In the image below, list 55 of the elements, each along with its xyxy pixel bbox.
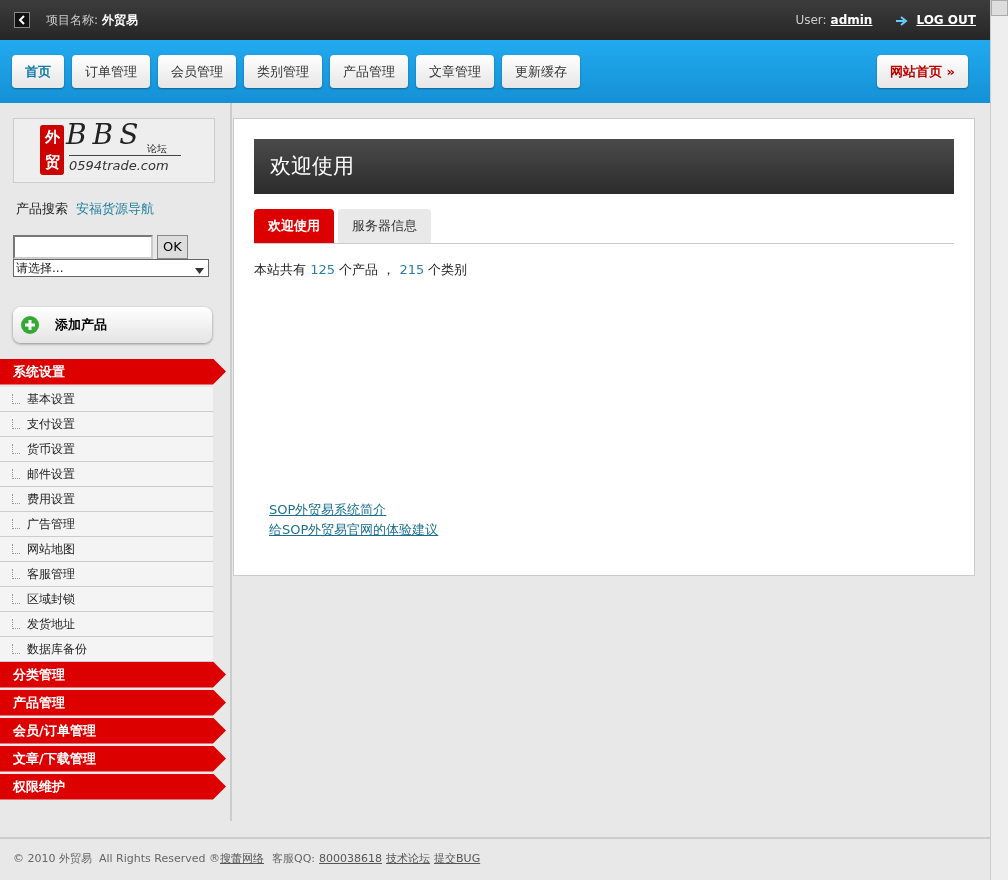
add-product-button[interactable]: 添加产品 — [13, 306, 212, 343]
qq-label: 客服QQ: — [272, 851, 316, 867]
logo-tag: 论坛 — [147, 141, 167, 156]
menu-item[interactable]: 邮件设置 — [0, 461, 213, 487]
user-link[interactable]: admin — [830, 11, 873, 29]
menu-section[interactable]: 系统设置 — [0, 358, 226, 385]
logo-title: BBS — [66, 121, 145, 149]
menu-item[interactable]: 广告管理 — [0, 511, 213, 537]
category-select[interactable]: 请选择... — [13, 258, 209, 277]
menu-item[interactable]: 客服管理 — [0, 561, 213, 587]
search-label: 产品搜索 — [16, 200, 68, 218]
nav-link[interactable]: 安福货源导航 — [76, 199, 154, 219]
menu-section[interactable]: 产品管理 — [0, 689, 226, 716]
forum-link[interactable]: 技术论坛 — [386, 851, 431, 868]
article-link[interactable]: SOP外贸易系统简介 — [269, 500, 387, 520]
nav-tab[interactable]: 订单管理 — [72, 54, 150, 89]
panel-title: 欢迎使用 — [254, 139, 954, 194]
ok-button[interactable]: OK — [157, 234, 188, 259]
menu-section[interactable]: 文章/下载管理 — [0, 745, 226, 772]
panel-tab[interactable]: 欢迎使用 — [254, 209, 334, 243]
plus-icon — [21, 314, 39, 335]
company-link[interactable]: 搜蕾网络 — [220, 851, 264, 868]
stats-text: 本站共有 125 个产品 ， 215 个类别 — [254, 260, 469, 279]
menu-section[interactable]: 权限维护 — [0, 773, 226, 800]
project-label: 项目名称: — [46, 12, 99, 29]
project-name: 外贸易 — [102, 12, 139, 29]
logout-link[interactable]: LOG OUT — [916, 11, 976, 29]
scrollbar[interactable] — [990, 0, 1008, 880]
menu-item[interactable]: 基本设置 — [0, 386, 213, 412]
copyright-text: © 2010 外贸易 All Rights Reserved ® — [13, 851, 220, 867]
search-field[interactable] — [13, 234, 153, 259]
menu-item[interactable]: 货币设置 — [0, 436, 213, 462]
panel-tab[interactable]: 服务器信息 — [338, 209, 431, 243]
logo-seal: 外 贸 — [40, 125, 64, 175]
menu-item[interactable]: 费用设置 — [0, 486, 213, 512]
user-label: User: — [795, 12, 827, 29]
logo-domain: 0594trade.com — [69, 155, 181, 176]
menu-section[interactable]: 会员/订单管理 — [0, 717, 226, 744]
article-link[interactable]: 给SOP外贸易官网的体验建议 — [269, 519, 439, 539]
menu-section[interactable]: 分类管理 — [0, 661, 226, 688]
menu-item[interactable]: 区域封锁 — [0, 586, 213, 612]
menu-item[interactable]: 发货地址 — [0, 611, 213, 637]
nav-tab[interactable]: 文章管理 — [416, 54, 494, 89]
menu-item[interactable]: 网站地图 — [0, 536, 213, 562]
qq-link[interactable]: 800038618 — [319, 851, 383, 868]
bug-link[interactable]: 提交BUG — [434, 851, 481, 868]
nav-tab[interactable]: 类别管理 — [244, 54, 322, 89]
nav-tab[interactable]: 首页 — [12, 54, 64, 89]
nav-tab[interactable]: 会员管理 — [158, 54, 236, 89]
menu-item[interactable]: 支付设置 — [0, 411, 213, 437]
back-icon[interactable] — [14, 12, 30, 28]
menu-item[interactable]: 数据库备份 — [0, 636, 213, 662]
nav-tab[interactable]: 产品管理 — [330, 54, 408, 89]
site-home-button[interactable]: 网站首页 » — [877, 54, 968, 89]
nav-tab[interactable]: 更新缓存 — [502, 54, 580, 89]
